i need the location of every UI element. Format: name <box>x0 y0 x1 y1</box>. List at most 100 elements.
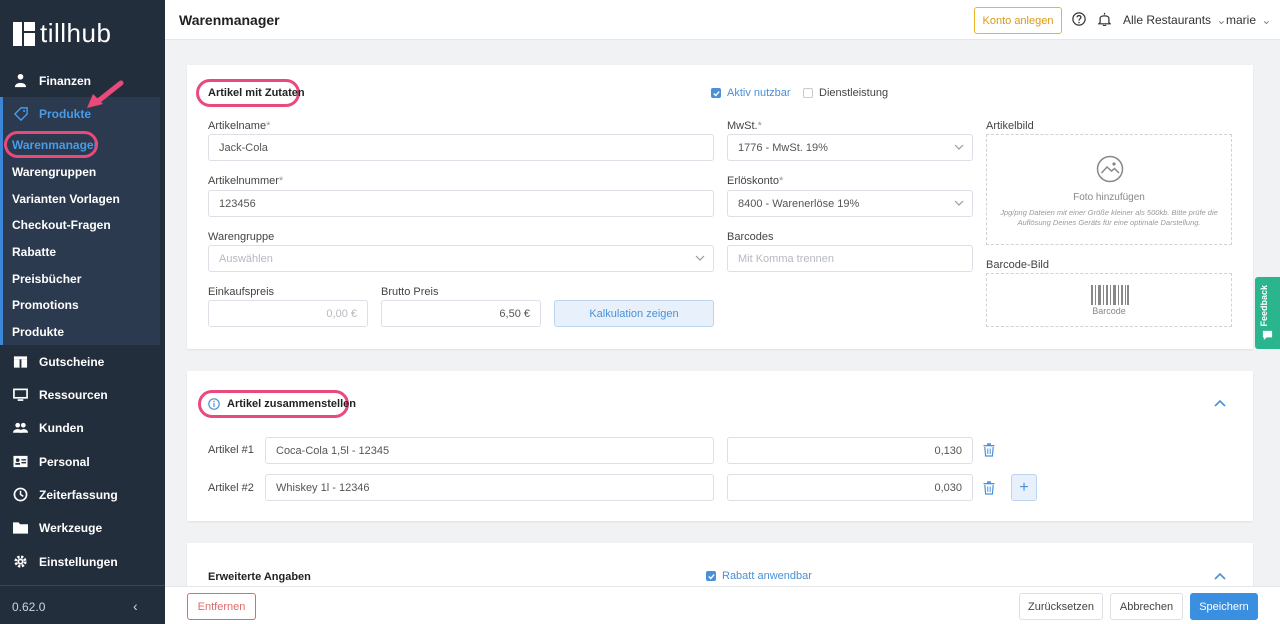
artikel-2-label: Artikel #2 <box>208 482 254 494</box>
kalkulation-zeigen-button[interactable]: Kalkulation zeigen <box>554 300 714 327</box>
chevron-up-icon[interactable] <box>1214 572 1226 580</box>
section-title-extended: Erweiterte Angaben <box>208 571 311 583</box>
app-version: 0.62.0 <box>12 600 46 614</box>
barcode-text: Barcode <box>1092 306 1126 316</box>
sidebar-item-zeiterfassung[interactable]: Zeiterfassung <box>0 478 165 511</box>
bell-icon[interactable] <box>1096 11 1112 27</box>
trash-icon[interactable] <box>983 481 995 495</box>
sidebar-item-einstellungen[interactable]: Einstellungen <box>0 545 165 578</box>
section-title-compose: Artikel zusammenstellen <box>227 398 356 410</box>
rabatt-label[interactable]: Rabatt anwendbar <box>722 570 812 582</box>
mwst-value: 1776 - MwSt. 19% <box>738 141 828 154</box>
sidebar-item-label: Werkzeuge <box>39 520 103 535</box>
sidebar-item-kunden[interactable]: Kunden <box>0 411 165 444</box>
aktiv-label[interactable]: Aktiv nutzbar <box>727 87 791 99</box>
sub-item-preisbuecher[interactable]: Preisbücher <box>12 272 81 286</box>
sub-item-checkout-fragen[interactable]: Checkout-Fragen <box>12 218 111 232</box>
feedback-tab[interactable]: Feedback <box>1255 277 1280 349</box>
topbar: Warenmanager Konto anlegen Alle Restaura… <box>165 0 1280 40</box>
konto-anlegen-button[interactable]: Konto anlegen <box>974 7 1062 34</box>
sidebar-item-finanzen[interactable]: Finanzen <box>0 64 165 97</box>
barcode-bild-dropzone[interactable]: Barcode <box>986 273 1232 327</box>
page-title: Warenmanager <box>179 12 280 28</box>
sidebar-item-label: Produkte <box>39 106 92 121</box>
artikel-2-qty[interactable]: 0,030 <box>727 474 973 501</box>
rabatt-checkbox[interactable] <box>706 571 716 581</box>
chevron-down-icon <box>695 255 705 261</box>
sub-item-varianten-vorlagen[interactable]: Varianten Vorlagen <box>12 192 120 206</box>
help-icon[interactable] <box>1071 11 1087 27</box>
restaurant-selector[interactable]: Alle Restaurants ⌄ <box>1123 13 1226 27</box>
footer-bar: Entfernen Zurücksetzen Abbrechen Speiche… <box>165 586 1280 624</box>
abbrechen-button[interactable]: Abbrechen <box>1110 593 1183 620</box>
artikel-2-input[interactable]: Whiskey 1l - 12346 <box>265 474 714 501</box>
sidebar-divider <box>0 585 165 586</box>
dienstleistung-label[interactable]: Dienstleistung <box>819 87 888 99</box>
chevron-down-icon <box>954 200 964 206</box>
aktiv-checkbox[interactable] <box>711 88 721 98</box>
artikelnummer-input[interactable]: 123456 <box>208 190 714 217</box>
mwst-label-text: MwSt. <box>727 120 758 132</box>
artikel-1-input[interactable]: Coca-Cola 1,5l - 12345 <box>265 437 714 464</box>
artikel-1-label: Artikel #1 <box>208 444 254 456</box>
artikelname-label: Artikelname* <box>208 120 270 132</box>
erloeskonto-select[interactable]: 8400 - Warenerlöse 19% <box>727 190 973 217</box>
monitor-icon <box>13 387 28 402</box>
user-menu[interactable]: marie ⌄ <box>1226 13 1271 27</box>
dienstleistung-checkbox[interactable] <box>803 88 813 98</box>
clock-icon <box>13 487 28 502</box>
sidebar-item-ressourcen[interactable]: Ressourcen <box>0 378 165 411</box>
sidebar-item-produkte[interactable]: Produkte <box>0 97 165 130</box>
sub-item-warengruppen[interactable]: Warengruppen <box>12 165 96 179</box>
speichern-button[interactable]: Speichern <box>1190 593 1258 620</box>
brutto-preis-input[interactable]: 6,50 € <box>381 300 541 327</box>
tag-icon <box>13 106 28 121</box>
info-icon <box>208 398 220 410</box>
add-row-button[interactable]: + <box>1011 474 1037 501</box>
sidebar-item-label: Einstellungen <box>39 554 118 569</box>
section-title-artikel: Artikel mit Zutaten <box>208 87 305 99</box>
sidebar-item-personal[interactable]: Personal <box>0 445 165 478</box>
sub-item-produkte[interactable]: Produkte <box>12 325 64 339</box>
artikelbild-label: Artikelbild <box>986 120 1034 132</box>
sidebar-item-label: Gutscheine <box>39 354 105 369</box>
sidebar-item-werkzeuge[interactable]: Werkzeuge <box>0 511 165 544</box>
image-icon <box>1096 155 1124 183</box>
required-mark: * <box>278 175 284 187</box>
sub-item-promotions[interactable]: Promotions <box>12 298 79 312</box>
sidebar: tillhub Finanzen Produkte Warenmanager W… <box>0 0 165 624</box>
chat-icon <box>1262 330 1273 341</box>
chevron-down-icon: ⌄ <box>1216 13 1227 27</box>
logo-text: tillhub <box>40 18 112 48</box>
user-name: marie <box>1226 13 1257 27</box>
erloeskonto-label-text: Erlöskonto <box>727 175 779 187</box>
trash-icon[interactable] <box>983 443 995 457</box>
barcode-icon <box>1091 285 1129 305</box>
chevron-up-icon[interactable] <box>1214 399 1226 407</box>
artikelname-input[interactable]: Jack-Cola <box>208 134 714 161</box>
artikelnummer-label: Artikelnummer* <box>208 175 283 187</box>
zuruecksetzen-button[interactable]: Zurücksetzen <box>1019 593 1103 620</box>
barcodes-input[interactable]: Mit Komma trennen <box>727 245 973 272</box>
erloeskonto-value: 8400 - Warenerlöse 19% <box>738 197 860 210</box>
sidebar-item-label: Ressourcen <box>39 387 108 402</box>
artikel-1-qty[interactable]: 0,130 <box>727 437 973 464</box>
warenmanager-highlight <box>4 131 98 158</box>
einkaufspreis-label: Einkaufspreis <box>208 286 275 298</box>
einkaufspreis-input[interactable]: 0,00 € <box>208 300 368 327</box>
gear-icon <box>13 554 28 569</box>
artikelname-label-text: Artikelname <box>208 120 267 132</box>
foto-hint: Jpg/png Dateien mit einer Größe kleiner … <box>1000 208 1218 227</box>
brutto-preis-label: Brutto Preis <box>381 286 439 298</box>
mwst-select[interactable]: 1776 - MwSt. 19% <box>727 134 973 161</box>
warengruppe-select[interactable]: Auswählen <box>208 245 714 272</box>
sidebar-item-label: Finanzen <box>39 73 92 88</box>
logo[interactable]: tillhub <box>13 18 111 49</box>
entfernen-button[interactable]: Entfernen <box>187 593 256 620</box>
sidebar-item-gutscheine[interactable]: Gutscheine <box>0 345 165 378</box>
collapse-sidebar-icon[interactable]: ‹ <box>133 598 138 614</box>
folder-icon <box>13 520 28 535</box>
foto-hinzufuegen-label: Foto hinzufügen <box>1073 192 1145 203</box>
sub-item-rabatte[interactable]: Rabatte <box>12 245 56 259</box>
artikelbild-dropzone[interactable]: Foto hinzufügen Jpg/png Dateien mit eine… <box>986 134 1232 245</box>
